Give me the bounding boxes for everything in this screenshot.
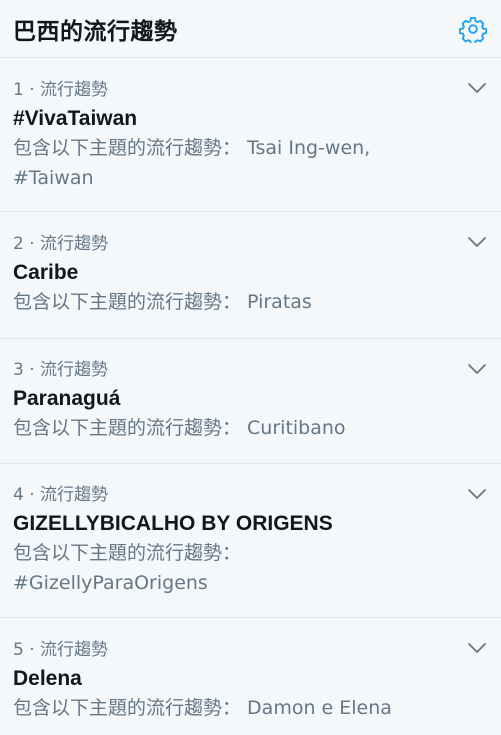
- chevron-down-icon[interactable]: [465, 636, 489, 660]
- trend-name[interactable]: GIZELLYBICALHO BY ORIGENS: [13, 510, 488, 538]
- trend-rank-label: 2 · 流行趨勢: [13, 234, 109, 254]
- trend-item-4[interactable]: 4 · 流行趨勢 GIZELLYBICALHO BY ORIGENS 包含以下主…: [0, 464, 501, 618]
- trend-item-1[interactable]: 1 · 流行趨勢 #VivaTaiwan 包含以下主題的流行趨勢： Tsai I…: [0, 58, 501, 212]
- trends-title: 巴西的流行趨勢: [13, 18, 178, 45]
- chevron-down-icon[interactable]: [465, 482, 489, 506]
- trend-description-line1: 包含以下主題的流行趨勢： Damon e Elena: [13, 697, 392, 719]
- trend-description-line2: #GizellyParaOrigens: [13, 572, 208, 594]
- trend-description-line1: 包含以下主題的流行趨勢： Tsai Ing-wen,: [13, 137, 371, 159]
- trend-item-5[interactable]: 5 · 流行趨勢 Delena 包含以下主題的流行趨勢： Damon e Ele…: [0, 618, 501, 735]
- trend-description-line1: 包含以下主題的流行趨勢： Curitibano: [13, 417, 346, 439]
- trend-description-line2: #Taiwan: [13, 167, 94, 189]
- trend-item-3[interactable]: 3 · 流行趨勢 Paranaguá 包含以下主題的流行趨勢： Curitiba…: [0, 339, 501, 464]
- trend-name[interactable]: Caribe: [13, 259, 488, 287]
- trends-panel: 巴西的流行趨勢 1 · 流行趨勢 #VivaTaiwan 包含以下主題的流行趨勢…: [0, 0, 501, 735]
- trend-name[interactable]: Delena: [13, 665, 488, 693]
- chevron-down-icon[interactable]: [465, 76, 489, 100]
- trend-rank-label: 5 · 流行趨勢: [13, 640, 109, 660]
- trend-rank-label: 1 · 流行趨勢: [13, 80, 109, 100]
- trend-name[interactable]: #VivaTaiwan: [13, 105, 488, 133]
- trend-rank-label: 4 · 流行趨勢: [13, 485, 109, 505]
- chevron-down-icon[interactable]: [465, 357, 489, 381]
- gear-icon[interactable]: [458, 14, 488, 44]
- trends-header: 巴西的流行趨勢: [0, 0, 501, 58]
- trend-name[interactable]: Paranaguá: [13, 385, 488, 413]
- chevron-down-icon[interactable]: [465, 230, 489, 254]
- trend-rank-label: 3 · 流行趨勢: [13, 360, 109, 380]
- trend-item-2[interactable]: 2 · 流行趨勢 Caribe 包含以下主題的流行趨勢： Piratas: [0, 212, 501, 339]
- trend-description-line1: 包含以下主題的流行趨勢：: [13, 542, 242, 564]
- trend-description-line1: 包含以下主題的流行趨勢： Piratas: [13, 291, 312, 313]
